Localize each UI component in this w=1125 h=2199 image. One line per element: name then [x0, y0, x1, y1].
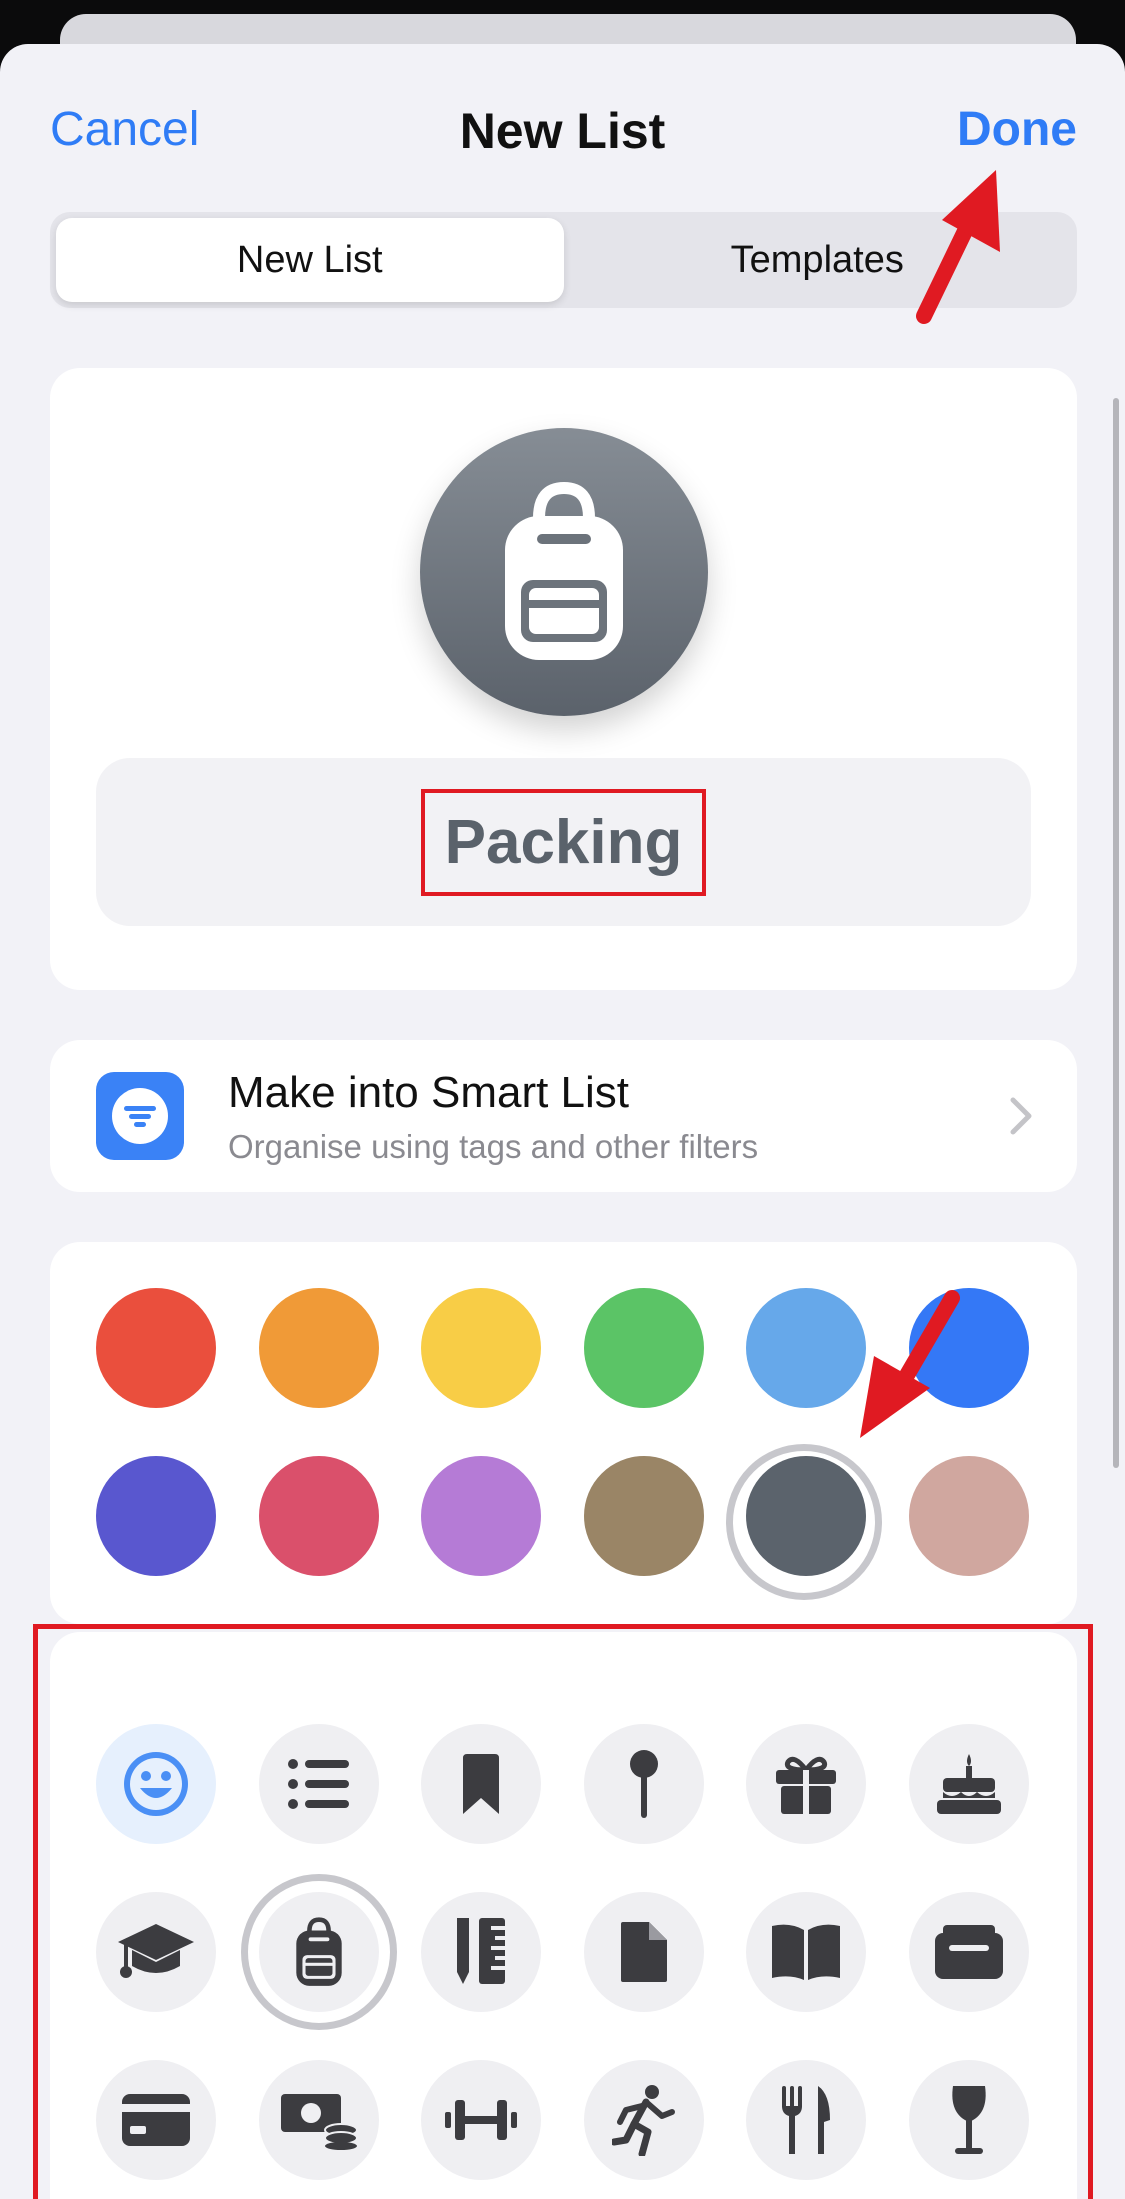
filter-icon: [112, 1088, 168, 1144]
color-swatch[interactable]: [421, 1456, 541, 1576]
list-name-text: Packing: [420, 788, 707, 896]
color-swatch[interactable]: [96, 1288, 216, 1408]
smart-list-subtitle: Organise using tags and other filters: [228, 1128, 759, 1165]
backpack-icon: [505, 482, 623, 660]
tab-new-list[interactable]: New List: [56, 218, 564, 302]
tab-templates[interactable]: Templates: [564, 218, 1072, 302]
color-swatch[interactable]: [584, 1288, 704, 1408]
color-swatch[interactable]: [421, 1288, 541, 1408]
list-name-field[interactable]: Packing: [96, 758, 1031, 926]
color-swatch[interactable]: [746, 1288, 866, 1408]
segmented-control: New List Templates: [50, 212, 1077, 308]
color-swatch[interactable]: [909, 1456, 1029, 1576]
list-icon-preview: [420, 428, 708, 716]
color-swatch[interactable]: [584, 1456, 704, 1576]
color-swatch[interactable]: [96, 1456, 216, 1576]
color-swatch[interactable]: [259, 1456, 379, 1576]
navigation-bar: Cancel New List Done: [0, 44, 1125, 214]
highlight-box-icons: [33, 1624, 1093, 2199]
smart-list-title: Make into Smart List: [228, 1068, 630, 1117]
color-swatch[interactable]: [259, 1288, 379, 1408]
done-button[interactable]: Done: [957, 102, 1077, 157]
chevron-right-icon: [1010, 1097, 1032, 1135]
smart-list-icon: [96, 1072, 184, 1160]
color-swatch[interactable]: [909, 1288, 1029, 1408]
list-preview-card: Packing: [50, 368, 1077, 990]
scrollbar[interactable]: [1113, 398, 1119, 1468]
color-picker: [50, 1242, 1077, 1624]
color-swatch-selected[interactable]: [746, 1456, 866, 1576]
smart-list-row[interactable]: Make into Smart List Organise using tags…: [50, 1040, 1077, 1192]
